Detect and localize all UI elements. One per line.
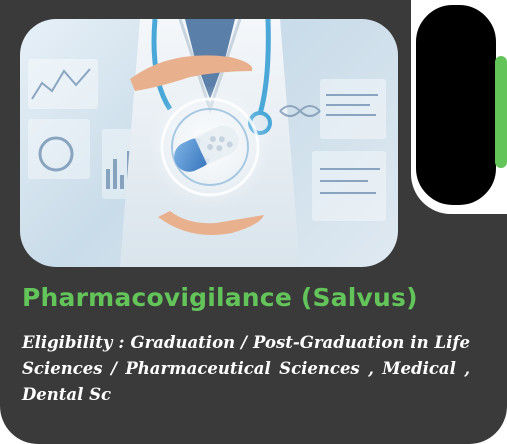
course-title: Pharmacovigilance (Salvus) <box>22 283 418 312</box>
eligibility-text: Eligibility : Graduation / Post-Graduati… <box>22 333 470 404</box>
decorative-pill <box>413 2 499 208</box>
accent-bar <box>495 56 507 168</box>
course-image <box>20 19 398 267</box>
